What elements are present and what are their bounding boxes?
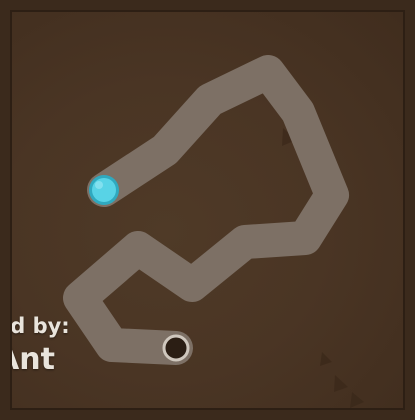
rock-mark <box>334 375 348 392</box>
rock-mark <box>320 352 332 366</box>
goal-hole-icon[interactable] <box>162 334 190 362</box>
credit-author-name: Ant <box>0 342 55 377</box>
maze-track <box>63 55 349 365</box>
rock-mark <box>350 392 364 408</box>
cyan-ball-icon[interactable] <box>89 175 119 205</box>
ball-highlight <box>95 181 103 189</box>
credit-label: ed by: <box>0 314 70 338</box>
game-board[interactable]: ed by: Ant <box>0 0 415 420</box>
level-credit: ed by: Ant <box>0 314 70 378</box>
